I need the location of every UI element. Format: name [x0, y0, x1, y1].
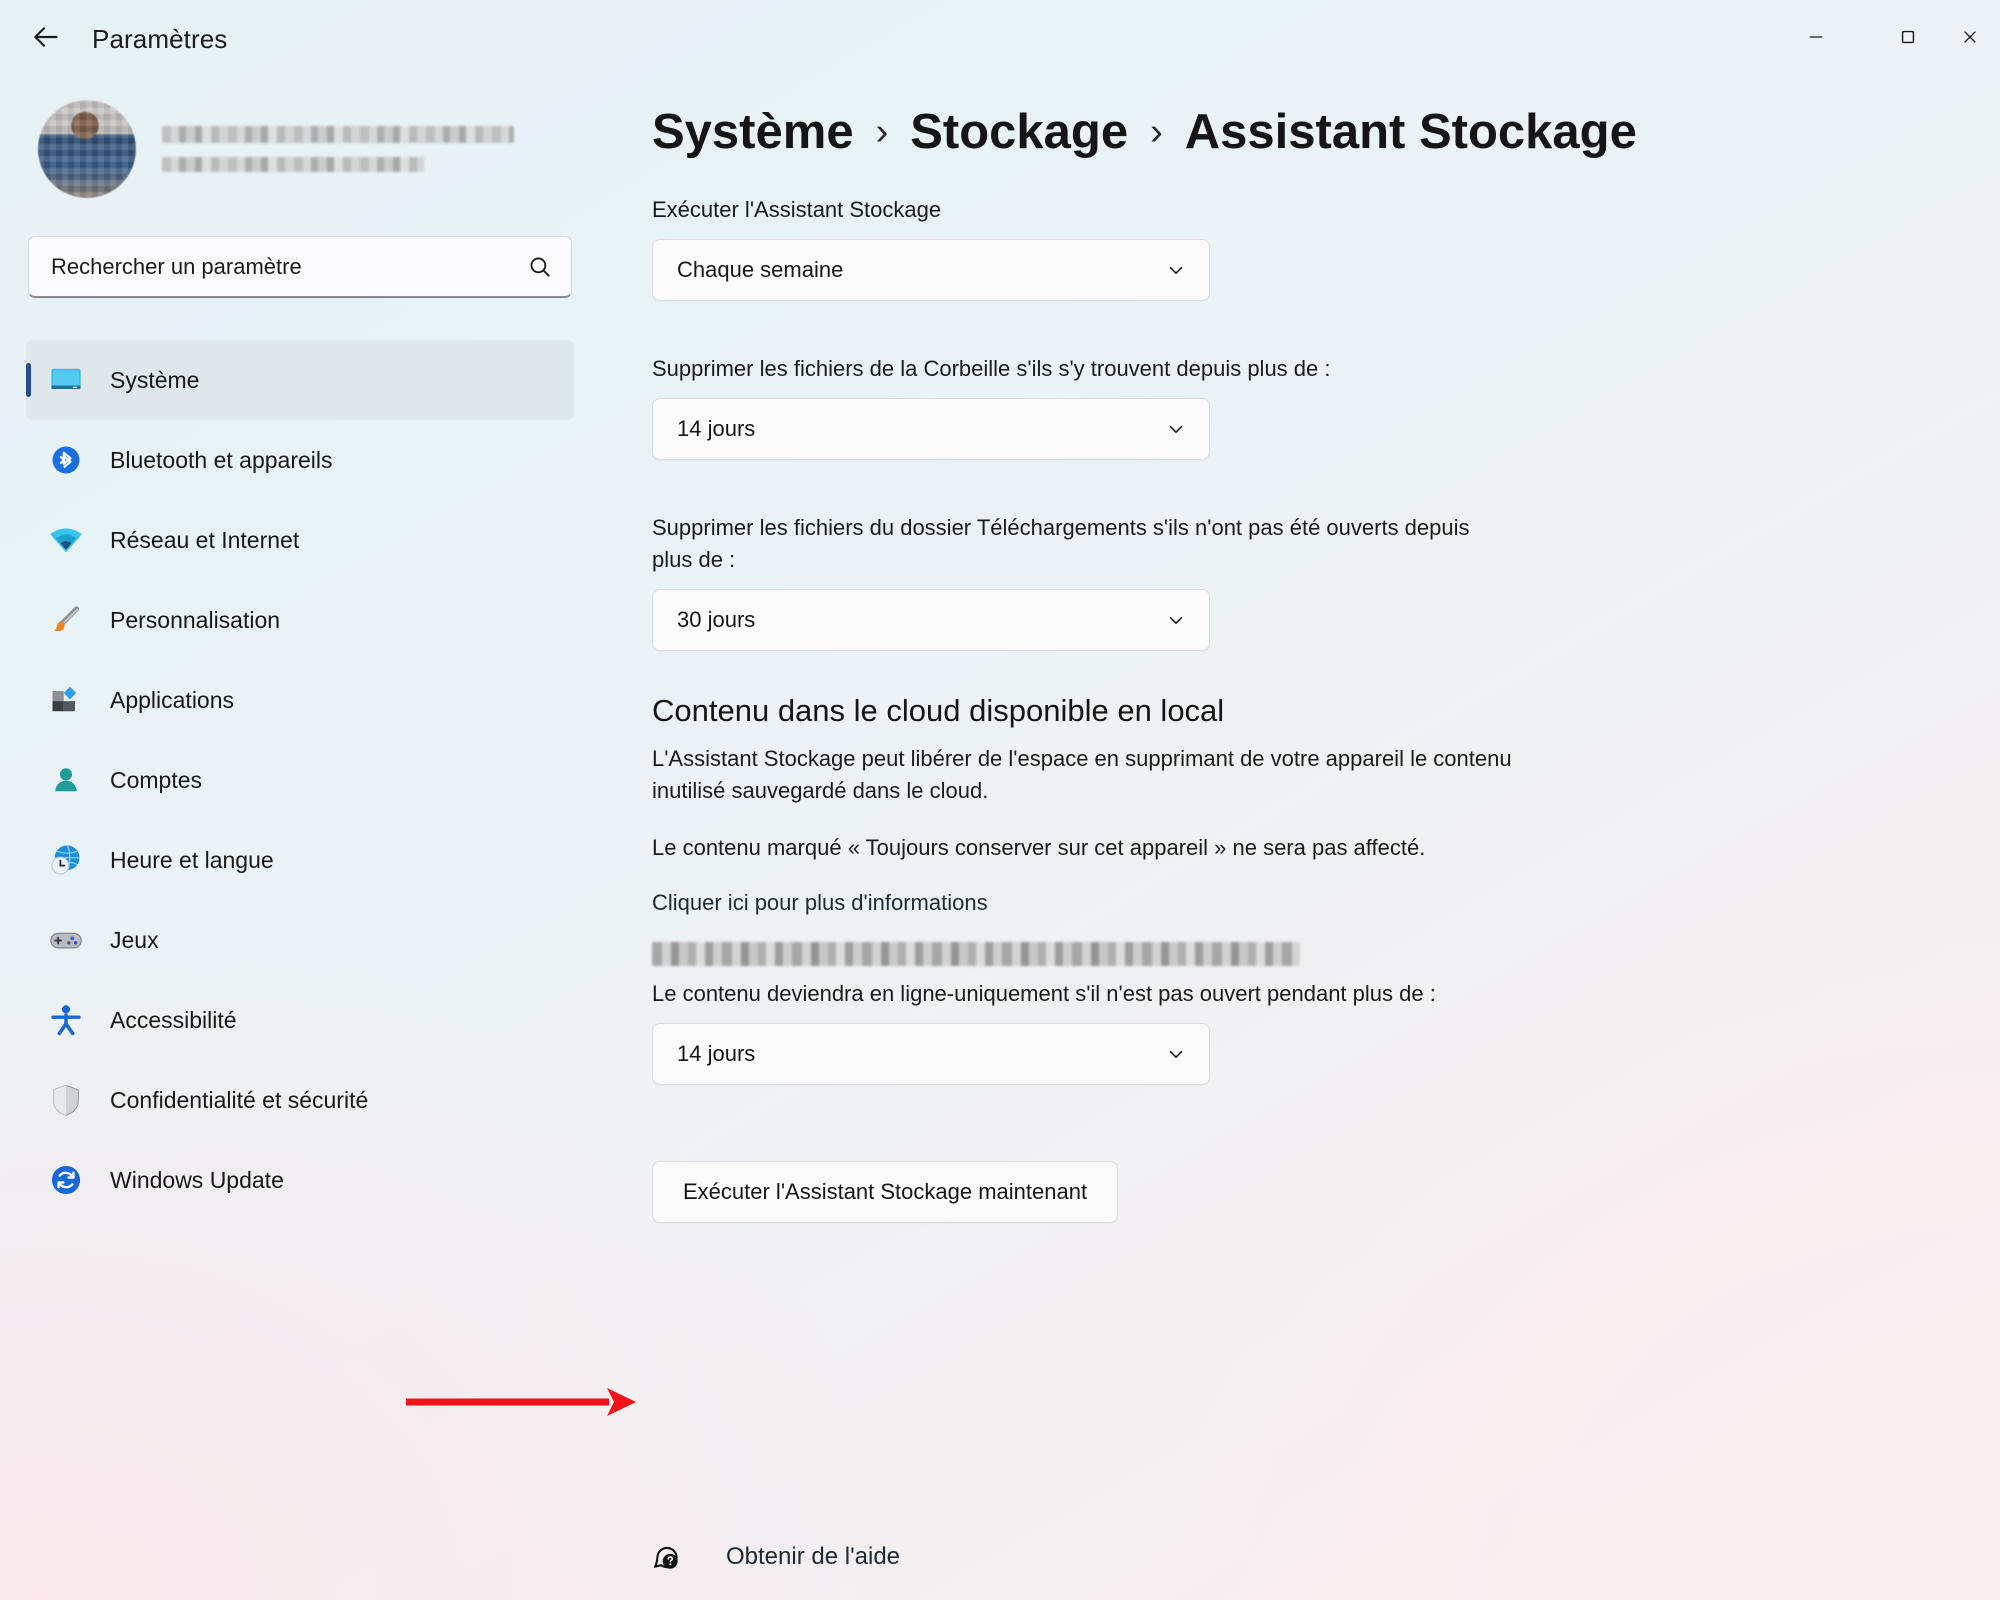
downloads-label: Supprimer les fichiers du dossier Téléch… [652, 515, 1470, 572]
sidebar-item-label: Bluetooth et appareils [110, 446, 333, 473]
back-button[interactable] [18, 11, 74, 67]
sidebar-item-windows-update[interactable]: Windows Update [26, 1140, 574, 1220]
sidebar-item-label: Confidentialité et sécurité [110, 1086, 369, 1113]
clock-globe-icon [48, 842, 84, 878]
chevron-down-icon [1165, 609, 1187, 631]
sidebar-item-reseau-et-internet[interactable]: Réseau et Internet [26, 500, 574, 580]
chevron-right-icon: › [875, 110, 889, 153]
sidebar-item-personnalisation[interactable]: Personnalisation [26, 580, 574, 660]
main-content: Système › Stockage › Assistant Stockage … [600, 78, 2000, 1600]
chevron-down-icon [1165, 259, 1187, 281]
sidebar-item-confidentialite-et-securite[interactable]: Confidentialité et sécurité [26, 1060, 574, 1140]
online-only-label: Le contenu deviendra en ligne-uniquement… [652, 980, 1436, 1006]
account-header[interactable] [26, 78, 574, 214]
account-email-redacted [162, 157, 424, 172]
accessibility-icon [48, 1002, 84, 1038]
sidebar-item-bluetooth-et-appareils[interactable]: Bluetooth et appareils [26, 420, 574, 500]
online-only-value: 14 jours [677, 1041, 756, 1067]
breadcrumb-assistant-stockage: Assistant Stockage [1184, 105, 1637, 159]
sidebar-item-label: Personnalisation [110, 606, 281, 633]
sidebar-nav: Système Bluetooth et appareils Réseau et… [26, 340, 574, 1220]
sidebar-item-label: Heure et langue [110, 846, 274, 873]
close-button[interactable] [1954, 0, 2000, 78]
sidebar-item-label: Jeux [110, 926, 159, 953]
account-name-redacted [162, 126, 514, 143]
cloud-more-info-link[interactable]: Cliquer ici pour plus d'informations [652, 890, 988, 916]
sidebar-item-label: Applications [110, 686, 235, 713]
bluetooth-icon [48, 442, 84, 478]
sidebar-item-jeux[interactable]: Jeux [26, 900, 574, 980]
title-bar: Paramètres [0, 0, 2000, 78]
sidebar-item-systeme[interactable]: Système [26, 340, 574, 420]
onedrive-account-redacted [652, 941, 1300, 966]
avatar [38, 100, 136, 198]
get-help-label: Obtenir de l'aide [726, 1543, 901, 1570]
chevron-right-icon: › [1150, 110, 1163, 153]
minimize-button[interactable] [1770, 0, 1862, 78]
run-schedule-value: Chaque semaine [677, 257, 844, 283]
help-question-bubble-icon [650, 1540, 684, 1574]
update-icon [48, 1162, 84, 1198]
sidebar-item-applications[interactable]: Applications [26, 660, 574, 740]
gamepad-icon [48, 922, 84, 958]
sidebar-item-label: Accessibilité [110, 1006, 237, 1033]
sidebar-item-heure-et-langue[interactable]: Heure et langue [26, 820, 574, 900]
breadcrumb-systeme[interactable]: Système [652, 104, 854, 160]
monitor-icon [48, 362, 84, 398]
wifi-icon [48, 522, 84, 558]
recycle-bin-dropdown[interactable]: 14 jours [652, 398, 1210, 461]
downloads-value: 30 jours [677, 606, 756, 632]
run-storage-sense-now-button[interactable]: Exécuter l'Assistant Stockage maintenant [652, 1161, 1119, 1224]
chevron-down-icon [1165, 418, 1187, 440]
person-icon [48, 762, 84, 798]
maximize-icon [1898, 27, 1918, 52]
app-title: Paramètres [92, 23, 228, 54]
breadcrumb: Système › Stockage › Assistant Stockage [652, 104, 1940, 160]
sidebar-item-label: Windows Update [110, 1166, 284, 1193]
minimize-icon [1806, 27, 1826, 52]
online-only-dropdown[interactable]: 14 jours [652, 1023, 1210, 1086]
cloud-paragraph-2: Le contenu marqué « Toujours conserver s… [652, 835, 1426, 861]
shield-icon [48, 1082, 84, 1118]
breadcrumb-stockage[interactable]: Stockage [910, 104, 1128, 160]
arrow-left-icon [30, 21, 62, 58]
search-placeholder: Rechercher un paramètre [51, 253, 302, 279]
sidebar-item-label: Réseau et Internet [110, 526, 300, 553]
chevron-down-icon [1165, 1043, 1187, 1065]
recycle-bin-label: Supprimer les fichiers de la Corbeille s… [652, 356, 1331, 382]
recycle-bin-value: 14 jours [677, 416, 756, 442]
search-input[interactable]: Rechercher un paramètre [28, 236, 572, 298]
paintbrush-icon [48, 602, 84, 638]
account-text [162, 126, 514, 172]
run-schedule-dropdown[interactable]: Chaque semaine [652, 239, 1210, 302]
cloud-section-title: Contenu dans le cloud disponible en loca… [652, 692, 1225, 728]
close-icon [1960, 27, 1980, 52]
maximize-button[interactable] [1862, 0, 1954, 78]
downloads-dropdown[interactable]: 30 jours [652, 588, 1210, 651]
run-schedule-label: Exécuter l'Assistant Stockage [652, 197, 942, 222]
search-icon[interactable] [527, 254, 553, 280]
apps-icon [48, 682, 84, 718]
sidebar: Rechercher un paramètre Système Bluetoot… [0, 78, 600, 1600]
sidebar-item-comptes[interactable]: Comptes [26, 740, 574, 820]
sidebar-item-label: Système [110, 366, 200, 393]
sidebar-item-label: Comptes [110, 766, 203, 793]
window-controls [1770, 0, 2000, 78]
get-help-link[interactable]: Obtenir de l'aide [650, 1540, 900, 1574]
sidebar-item-accessibilite[interactable]: Accessibilité [26, 980, 574, 1060]
cloud-paragraph-1: L'Assistant Stockage peut libérer de l'e… [652, 745, 1512, 803]
